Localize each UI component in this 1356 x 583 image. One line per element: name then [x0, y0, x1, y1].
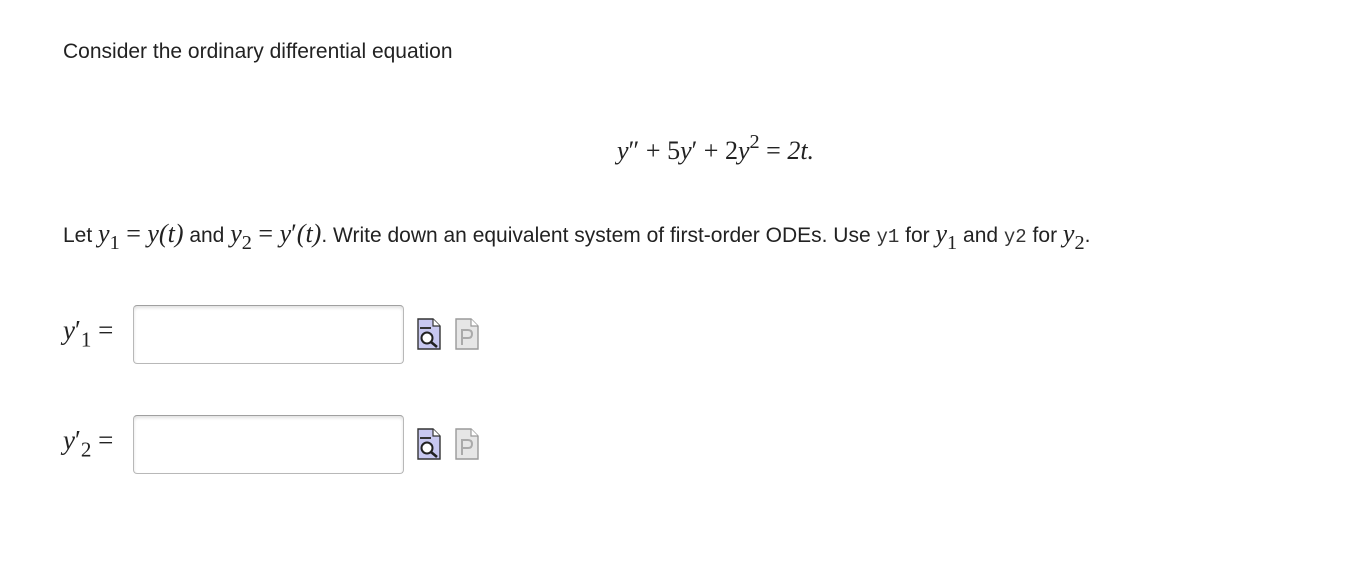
differential-equation: y″ + 5y′ + 2y2 = 2t. [617, 126, 814, 167]
instr-end: . [1084, 224, 1091, 247]
eq-rhs: 2t. [787, 136, 815, 166]
question-intro: Consider the ordinary differential equat… [63, 40, 453, 63]
formula-page-icon-graphic [455, 318, 479, 350]
eq-exponent: 2 [749, 131, 760, 153]
eq-y-prime: y [680, 136, 692, 166]
answer-input-y2-prime[interactable] [133, 414, 404, 474]
eq-equals: = [759, 136, 788, 166]
instr-yp-arg: (t) [296, 219, 322, 248]
preview-magnifier-icon[interactable] [416, 428, 442, 460]
instr-y2-var: y [230, 219, 242, 248]
instr-for2: for [1026, 224, 1063, 247]
instr-y1b-var: y [935, 219, 948, 248]
instr-eq1: = [119, 219, 148, 248]
eq-y: y [617, 136, 629, 166]
instr-code-y2: y2 [1003, 226, 1027, 248]
eq-coef-2: 2 [724, 136, 738, 166]
preview-magnifier-icon-graphic [417, 318, 441, 350]
instr-eq2: = [251, 219, 280, 248]
answer-label-y1-prime: y′1 = [63, 315, 133, 352]
instr-y1b: y1 [935, 219, 958, 254]
answer-row-y2: y′2 = [63, 414, 480, 474]
instr-y1-var: y [98, 219, 110, 248]
eq-double-prime: ″ [628, 136, 640, 166]
instr-middle: . Write down an equivalent system of fir… [321, 224, 877, 247]
answer2-equals: = [98, 425, 114, 456]
instr-y-of-t: y(t) [147, 219, 184, 248]
instr-for1: for [899, 224, 936, 247]
instruction-text: Let y1 = y(t) and y2 = y′(t). Write down… [63, 218, 1090, 259]
answer1-var: y [63, 315, 75, 346]
answer-row-y1: y′1 = [63, 304, 480, 364]
instr-y1-sub: 1 [109, 232, 120, 255]
instr-y2b: y2 [1062, 219, 1085, 254]
instr-y2b-var: y [1062, 219, 1075, 248]
instr-y1: y1 = y(t) [98, 219, 184, 254]
eq-y-sq: y [737, 136, 750, 166]
eq-coef-5: 5 [667, 136, 681, 166]
formula-page-icon-graphic [455, 428, 479, 460]
instr-let: Let [63, 224, 99, 247]
instr-y2: y2 = y′(t) [230, 219, 322, 254]
eq-plus-1: + [639, 136, 668, 166]
answer2-sub: 2 [80, 437, 92, 462]
instr-and2: and [957, 224, 1004, 247]
instr-yp-var: y [279, 219, 292, 248]
formula-page-icon[interactable] [454, 318, 480, 350]
instr-y1b-sub: 1 [947, 232, 958, 255]
instr-code-y1: y1 [876, 226, 900, 248]
instr-y2b-sub: 2 [1074, 232, 1085, 255]
answer-input-y1-prime[interactable] [133, 304, 404, 364]
preview-magnifier-icon-graphic [417, 428, 441, 460]
eq-plus-2: + [697, 136, 725, 166]
answer1-sub: 1 [80, 327, 92, 352]
preview-magnifier-icon[interactable] [416, 318, 442, 350]
answer-label-y2-prime: y′2 = [63, 425, 133, 462]
instr-y2-sub: 2 [241, 232, 252, 255]
instr-and1: and [183, 224, 231, 247]
answer2-var: y [63, 425, 75, 456]
formula-page-icon[interactable] [454, 428, 480, 460]
answer1-equals: = [98, 315, 114, 346]
